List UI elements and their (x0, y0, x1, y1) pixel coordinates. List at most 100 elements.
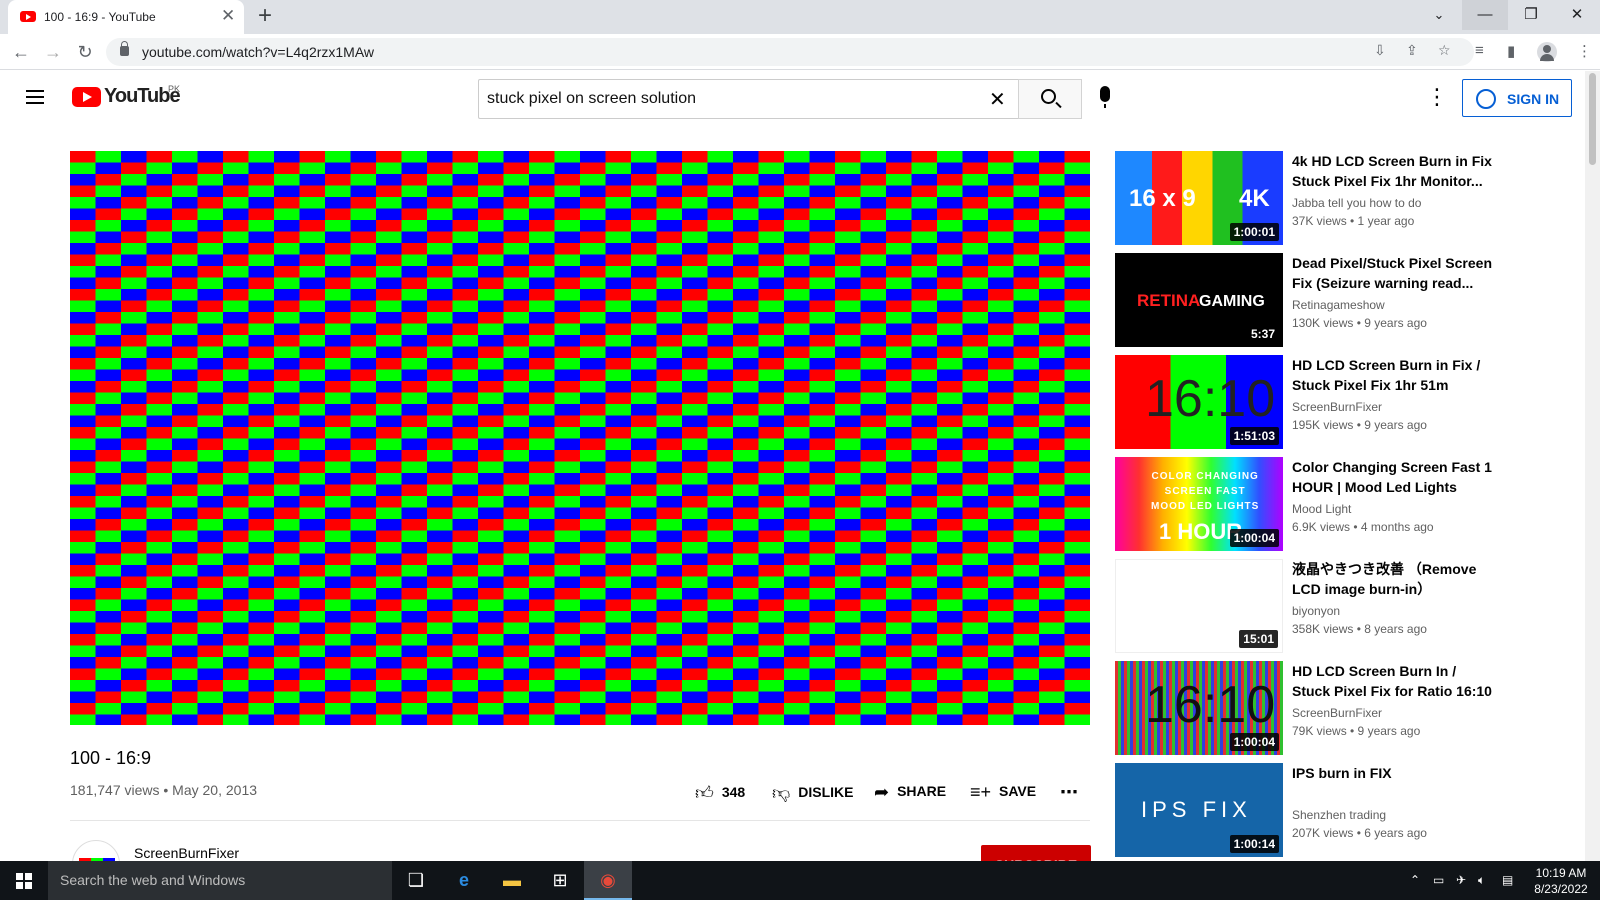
settings-more-icon[interactable]: ⋮ (1426, 85, 1448, 109)
recommendation-channel[interactable]: biyonyon (1292, 604, 1340, 618)
hamburger-menu-icon[interactable] (26, 90, 44, 104)
bookmark-star-icon[interactable]: ☆ (1438, 42, 1451, 59)
video-thumbnail[interactable]: IPS FIX 1:00:14 (1115, 763, 1283, 857)
more-actions-icon[interactable]: ⋯ (1060, 782, 1078, 803)
recommendation-item[interactable]: COLOR CHANGING SCREEN FAST MOOD LED LIGH… (1115, 457, 1492, 551)
pattern-cell (376, 427, 402, 439)
restore-icon[interactable]: ❐ (1508, 0, 1554, 30)
video-thumbnail[interactable]: COLOR CHANGING SCREEN FAST MOOD LED LIGH… (1115, 457, 1283, 551)
video-thumbnail[interactable]: 16:10 1:00:04 (1115, 661, 1283, 755)
pattern-cell (274, 657, 300, 669)
tab-search-icon[interactable]: ⌄ (1416, 0, 1462, 30)
forward-icon[interactable]: → (41, 40, 65, 64)
edge-browser-icon[interactable]: e (440, 861, 488, 900)
recommendation-title[interactable]: Color Changing Screen Fast 1 HOUR | Mood… (1292, 457, 1492, 497)
pixel-pattern-video-frame[interactable] (70, 151, 1090, 725)
minimize-icon[interactable]: — (1462, 0, 1508, 30)
pattern-cell (350, 151, 377, 163)
recommendation-title[interactable]: 4k HD LCD Screen Burn in Fix Stuck Pixel… (1292, 151, 1492, 191)
browser-tab[interactable]: 100 - 16:9 - YouTube ✕ (8, 0, 244, 34)
pattern-cell (95, 634, 122, 646)
pattern-cell (70, 289, 96, 301)
pattern-cell (758, 691, 785, 704)
pattern-cell (146, 220, 173, 232)
recommendation-title[interactable]: Dead Pixel/Stuck Pixel Screen Fix (Seizu… (1292, 253, 1492, 293)
search-button[interactable] (1018, 79, 1082, 119)
pattern-cell (758, 254, 785, 267)
dislike-button[interactable]: 👎︎ DISLIKE (772, 782, 854, 804)
action-center-icon[interactable]: ▤ (1502, 873, 1513, 887)
search-input-value[interactable]: stuck pixel on screen solution (487, 90, 696, 108)
install-icon[interactable]: ⇩ (1374, 42, 1386, 59)
recommendation-title[interactable]: HD LCD Screen Burn In / Stuck Pixel Fix … (1292, 661, 1492, 701)
video-thumbnail[interactable]: 16:10 1:51:03 (1115, 355, 1283, 449)
recommendation-channel[interactable]: ScreenBurnFixer (1292, 400, 1382, 414)
new-tab-icon[interactable]: + (258, 4, 272, 28)
search-input[interactable]: stuck pixel on screen solution ✕ (478, 79, 1018, 119)
sign-in-button[interactable]: SIGN IN (1462, 79, 1572, 117)
taskbar-clock[interactable]: 10:19 AM 8/23/2022 (1530, 865, 1592, 897)
pattern-cell (350, 358, 377, 370)
scrollbar-thumb[interactable] (1589, 73, 1596, 165)
pattern-cell (1064, 427, 1090, 439)
side-panel-icon[interactable]: ▮ (1507, 42, 1515, 60)
pattern-cell (299, 243, 326, 255)
back-icon[interactable]: ← (9, 40, 33, 64)
pattern-cell (605, 703, 632, 715)
recommendation-channel[interactable]: Jabba tell you how to do (1292, 196, 1421, 210)
recommendation-title[interactable]: 液晶やきつき改善 （Remove LCD image burn-in） (1292, 559, 1492, 599)
recommendation-title[interactable]: IPS burn in FIX (1292, 763, 1492, 783)
airplane-mode-icon[interactable]: ✈ (1456, 873, 1466, 887)
pattern-cell (554, 369, 581, 382)
volume-icon[interactable]: 🔈︎ (1478, 873, 1485, 888)
pattern-cell (350, 507, 377, 520)
store-icon[interactable]: ⊞ (536, 861, 584, 900)
recommendation-channel[interactable]: Shenzhen trading (1292, 808, 1386, 822)
save-button[interactable]: ≡+ SAVE (970, 782, 1036, 803)
clear-search-icon[interactable]: ✕ (989, 87, 1006, 112)
channel-name[interactable]: ScreenBurnFixer (134, 845, 239, 861)
lock-icon[interactable] (120, 41, 129, 56)
recommendation-item[interactable]: 16 x 9 4K 1:00:01 4k HD LCD Screen Burn … (1115, 151, 1492, 245)
window-close-icon[interactable]: ✕ (1554, 0, 1600, 30)
reload-icon[interactable]: ↻ (73, 40, 97, 64)
recommendation-channel[interactable]: Retinagameshow (1292, 298, 1385, 312)
share-button[interactable]: ➦ SHARE (874, 782, 946, 803)
windows-start-icon[interactable] (16, 873, 32, 889)
chrome-icon[interactable]: ◉ (584, 861, 632, 900)
pattern-cell (860, 691, 887, 704)
recommendation-item[interactable]: IPS FIX 1:00:14 IPS burn in FIX Shenzhen… (1115, 763, 1485, 857)
task-view-icon[interactable]: ❏ (392, 861, 440, 900)
share-page-icon[interactable]: ⇪ (1406, 42, 1418, 59)
pattern-cell (274, 392, 300, 405)
url-text[interactable]: youtube.com/watch?v=L4q2rzx1MAw (142, 44, 374, 60)
recommendation-channel[interactable]: Mood Light (1292, 502, 1351, 516)
recommendation-item[interactable]: RETINA GAMING 5:37 Dead Pixel/Stuck Pixe… (1115, 253, 1492, 347)
youtube-logo-icon[interactable] (72, 87, 101, 107)
microphone-icon[interactable] (1100, 86, 1110, 108)
video-player[interactable] (70, 151, 1090, 725)
pattern-cell (70, 657, 96, 669)
recommendation-item[interactable]: 16:10 1:51:03 HD LCD Screen Burn in Fix … (1115, 355, 1485, 449)
video-thumbnail[interactable]: RETINA GAMING 5:37 (1115, 253, 1283, 347)
media-control-icon[interactable]: ≡ (1475, 42, 1484, 59)
recommendation-title[interactable]: HD LCD Screen Burn in Fix / Stuck Pixel … (1292, 355, 1492, 395)
recommendation-item[interactable]: 15:01 液晶やきつき改善 （Remove LCD image burn-in… (1115, 559, 1485, 653)
battery-icon[interactable]: ▭ (1433, 873, 1444, 887)
video-thumbnail[interactable]: 15:01 (1115, 559, 1283, 653)
show-hidden-icons-icon[interactable]: ⌃ (1410, 873, 1420, 887)
tab-close-icon[interactable]: ✕ (221, 7, 235, 25)
profile-icon[interactable] (1537, 42, 1557, 62)
page-scrollbar[interactable] (1585, 71, 1600, 861)
address-bar[interactable]: youtube.com/watch?v=L4q2rzx1MAw ⇩ ⇪ ☆ (106, 38, 1474, 66)
file-explorer-icon[interactable]: ▬ (488, 861, 536, 900)
pattern-cell (70, 680, 96, 692)
like-button[interactable]: 👍︎ 348 (695, 782, 745, 804)
recommendation-channel[interactable]: ScreenBurnFixer (1292, 706, 1382, 720)
video-thumbnail[interactable]: 16 x 9 4K 1:00:01 (1115, 151, 1283, 245)
recommendation-item[interactable]: 16:10 1:00:04 HD LCD Screen Burn In / St… (1115, 661, 1492, 755)
pattern-cell (70, 634, 96, 646)
browser-menu-icon[interactable]: ⋮ (1577, 42, 1592, 60)
pattern-cell (529, 438, 555, 451)
taskbar-search-input[interactable]: Search the web and Windows (48, 861, 392, 900)
